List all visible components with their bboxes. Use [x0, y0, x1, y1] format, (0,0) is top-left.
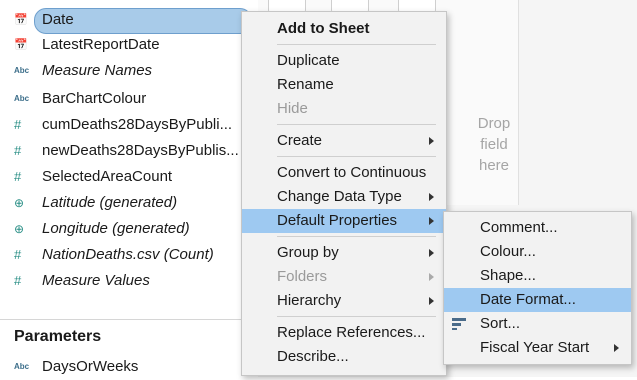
field-label: Measure Values: [42, 272, 150, 289]
menu-item-label: Group by: [277, 244, 339, 261]
menu-item-label: Create: [277, 132, 323, 149]
abc-icon: Abc: [14, 94, 30, 103]
menu-item[interactable]: Colour...: [444, 240, 631, 264]
menu-item-label: Add to Sheet: [277, 20, 370, 37]
parameter-item[interactable]: Abc DaysOrWeeks: [0, 354, 258, 380]
chevron-right-icon: [429, 217, 434, 225]
parameter-label: DaysOrWeeks: [42, 358, 139, 375]
field-label: Latitude (generated): [42, 194, 178, 211]
chevron-right-icon: [429, 249, 434, 257]
drop-hint-line: Drop: [477, 115, 511, 132]
field-item[interactable]: # newDeaths28DaysByPublis...: [0, 138, 258, 164]
menu-item-label: Folders: [277, 268, 328, 285]
menu-item-label: Change Data Type: [277, 188, 402, 205]
menu-item[interactable]: Convert to Continuous: [242, 161, 446, 185]
menu-item-label: Hierarchy: [277, 292, 342, 309]
number-icon: #: [14, 169, 22, 184]
abc-icon: Abc: [14, 66, 30, 75]
chevron-right-icon: [429, 137, 434, 145]
field-label: cumDeaths28DaysByPubli...: [42, 116, 233, 133]
field-item[interactable]: 📅 LatestReportDate: [0, 32, 258, 58]
field-label: Longitude (generated): [42, 220, 190, 237]
menu-item[interactable]: Comment...: [444, 216, 631, 240]
chevron-right-icon: [429, 297, 434, 305]
field-label: Measure Names: [42, 62, 153, 79]
field-item[interactable]: # NationDeaths.csv (Count): [0, 242, 258, 268]
number-icon: #: [14, 247, 22, 262]
field-context-menu: Add to Sheet Duplicate Rename Hide Create Con…: [241, 11, 447, 376]
menu-item[interactable]: Group by: [242, 241, 446, 265]
menu-item-label: Rename: [277, 76, 334, 93]
number-icon: #: [14, 117, 22, 132]
field-item[interactable]: ⊕ Latitude (generated): [0, 190, 258, 216]
menu-item[interactable]: Sort...: [444, 312, 631, 336]
field-label: NationDeaths.csv (Count): [42, 246, 214, 263]
menu-item-label: Hide: [277, 100, 308, 117]
menu-item[interactable]: Duplicate: [242, 49, 446, 73]
number-icon: #: [14, 273, 22, 288]
menu-separator: [277, 156, 436, 157]
menu-item[interactable]: Shape...: [444, 264, 631, 288]
menu-item-label: Replace References...: [277, 324, 426, 341]
menu-item[interactable]: Rename: [242, 73, 446, 97]
field-item[interactable]: # Measure Values: [0, 268, 258, 294]
menu-item-label: Default Properties: [277, 212, 398, 229]
drop-hint-line: field: [480, 136, 508, 153]
menu-item[interactable]: Describe...: [242, 345, 446, 369]
menu-item-label: Fiscal Year Start: [480, 339, 590, 356]
menu-item[interactable]: Fiscal Year Start: [444, 336, 631, 360]
field-label: BarChartColour: [42, 90, 147, 107]
chevron-right-icon: [429, 273, 434, 281]
menu-item: Folders: [242, 265, 446, 289]
menu-separator: [277, 44, 436, 45]
menu-item-label: Date Format...: [480, 291, 576, 308]
chevron-right-icon: [429, 193, 434, 201]
section-divider: [0, 319, 258, 320]
menu-item-label: Convert to Continuous: [277, 164, 427, 181]
data-pane: Parameters 📅 Date 📅 LatestReportDate Abc Meas…: [0, 0, 258, 377]
menu-item-label: Shape...: [480, 267, 536, 284]
default-properties-submenu: Comment... Colour... Shape... Date Format..…: [443, 211, 632, 365]
menu-item[interactable]: Create: [242, 129, 446, 153]
menu-item[interactable]: Hierarchy: [242, 289, 446, 313]
menu-item-label: Colour...: [480, 243, 536, 260]
field-label: LatestReportDate: [42, 36, 160, 53]
menu-item[interactable]: Add to Sheet: [242, 17, 446, 41]
menu-item-label: Describe...: [277, 348, 349, 365]
abc-icon: Abc: [14, 362, 30, 371]
number-icon: #: [14, 143, 22, 158]
chevron-right-icon: [614, 344, 619, 352]
menu-item[interactable]: Default Properties: [242, 209, 446, 233]
menu-item[interactable]: Replace References...: [242, 321, 446, 345]
field-item[interactable]: 📅 Date: [0, 3, 258, 34]
sort-icon: [452, 318, 466, 330]
field-label: newDeaths28DaysByPublis...: [42, 142, 239, 159]
field-item[interactable]: # cumDeaths28DaysByPubli...: [0, 112, 258, 138]
field-label: SelectedAreaCount: [42, 168, 173, 185]
field-item[interactable]: Abc Measure Names: [0, 58, 258, 84]
menu-separator: [277, 124, 436, 125]
field-label: Date: [42, 11, 74, 28]
calendar-icon: 📅: [14, 14, 28, 26]
menu-item-label: Sort...: [480, 315, 521, 332]
field-item[interactable]: Abc BarChartColour: [0, 86, 258, 112]
field-item[interactable]: ⊕ Longitude (generated): [0, 216, 258, 242]
menu-item[interactable]: Date Format...: [444, 288, 631, 312]
field-item[interactable]: # SelectedAreaCount: [0, 164, 258, 190]
menu-separator: [277, 236, 436, 237]
menu-item-label: Comment...: [480, 219, 558, 236]
menu-item: Hide: [242, 97, 446, 121]
globe-icon: ⊕: [14, 196, 25, 210]
menu-separator: [277, 316, 436, 317]
drop-field-hint: Drop field here: [476, 113, 512, 176]
globe-icon: ⊕: [14, 222, 25, 236]
calendar-icon: 📅: [14, 39, 28, 51]
drop-hint-line: here: [478, 157, 510, 174]
parameters-heading: Parameters: [14, 328, 102, 345]
menu-item[interactable]: Change Data Type: [242, 185, 446, 209]
menu-item-label: Duplicate: [277, 52, 340, 69]
